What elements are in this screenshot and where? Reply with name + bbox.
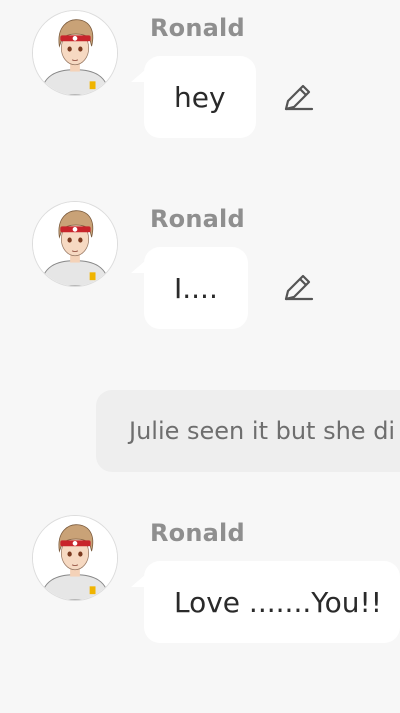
bubble-tail: [131, 70, 145, 82]
message-bubble[interactable]: hey: [144, 56, 256, 138]
bubble-tail: [131, 261, 145, 273]
sender-name: Ronald: [150, 205, 245, 233]
message-bubble[interactable]: I....: [144, 247, 248, 329]
avatar-image: [33, 516, 117, 600]
avatar[interactable]: [32, 201, 118, 287]
avatar[interactable]: [32, 10, 118, 96]
pencil-edit-icon: [284, 84, 314, 111]
message-text: Love .......You!!: [174, 585, 382, 619]
message-text: hey: [174, 80, 226, 114]
message-bubble[interactable]: Love .......You!!: [144, 561, 400, 643]
bubble-tail: [131, 575, 145, 587]
message-text: I....: [174, 271, 218, 305]
narration-bubble[interactable]: Julie seen it but she di: [96, 390, 400, 472]
sender-name: Ronald: [150, 519, 245, 547]
sender-name: Ronald: [150, 14, 245, 42]
narration-text: Julie seen it but she di: [129, 417, 396, 445]
avatar-image: [33, 11, 117, 95]
chat-screen: Ronald hey Ronald I.... Julie seen it bu…: [0, 0, 400, 713]
pencil-edit-icon: [284, 274, 314, 301]
edit-message-button[interactable]: [282, 81, 314, 113]
avatar-image: [33, 202, 117, 286]
edit-message-button[interactable]: [282, 271, 314, 303]
avatar[interactable]: [32, 515, 118, 601]
